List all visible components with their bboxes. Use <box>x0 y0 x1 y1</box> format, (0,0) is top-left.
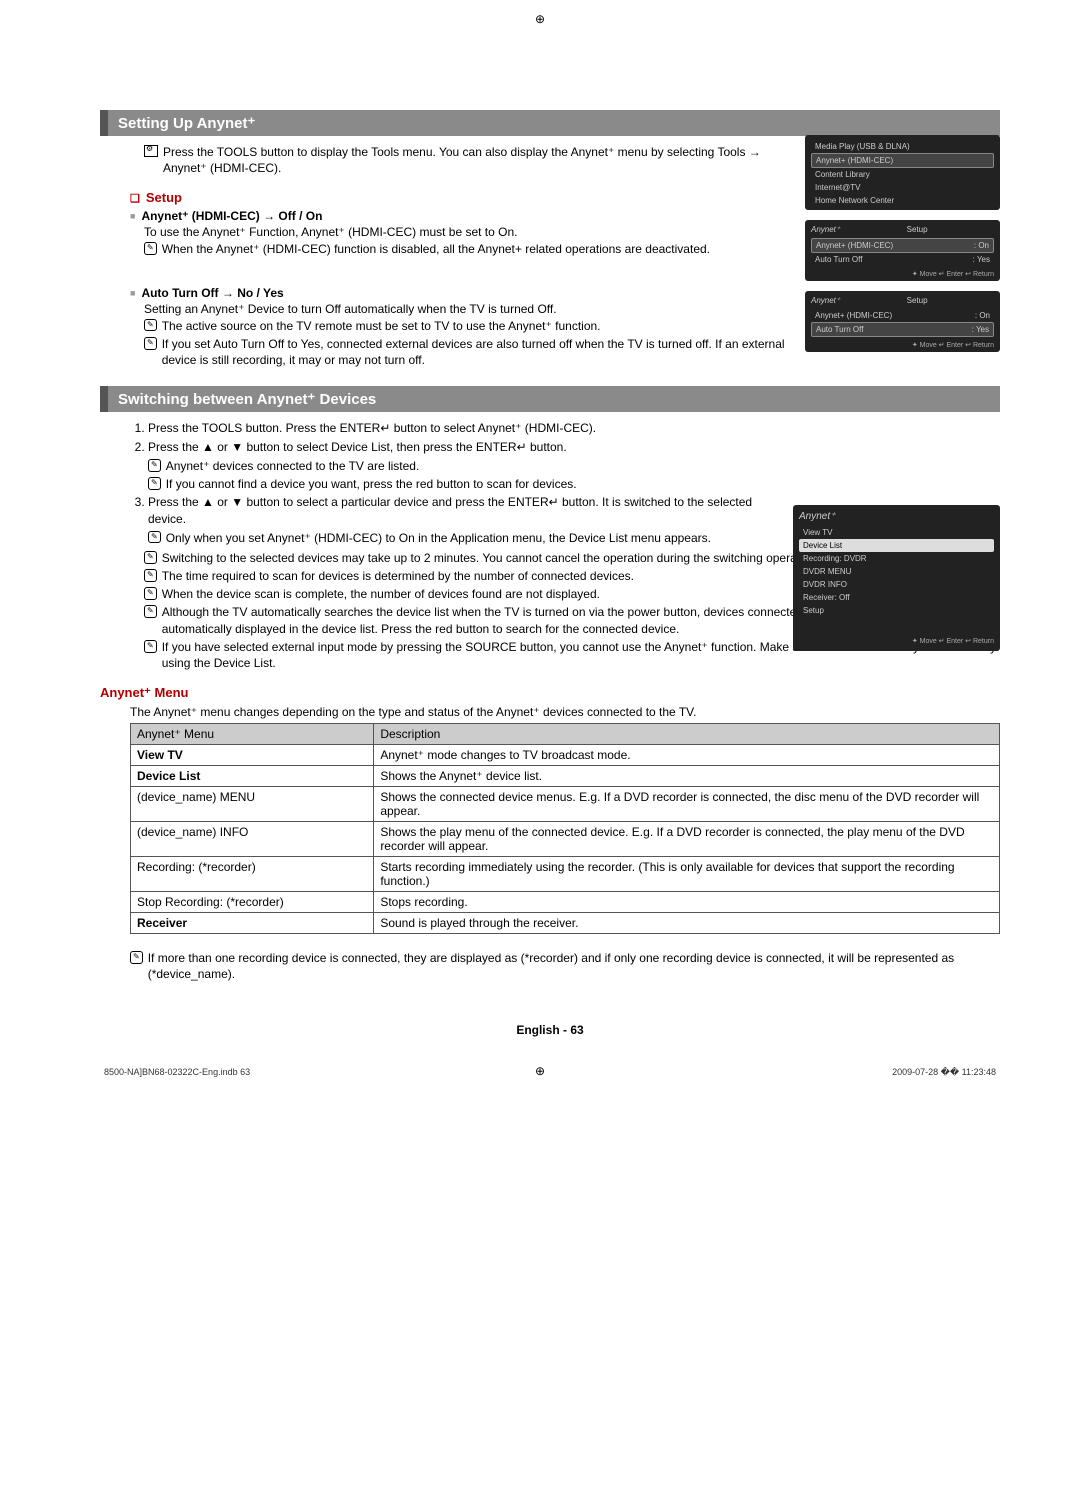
setup-item2-line: Setting an Anynet⁺ Device to turn Off au… <box>144 302 790 316</box>
osd2b-title: Setup <box>907 296 928 305</box>
note-icon: ✎ <box>144 551 157 564</box>
osd1-item: Internet@TV <box>815 183 860 192</box>
osd3-item: View TV <box>799 526 994 539</box>
osd1-item: Media Play (USB & DLNA) <box>815 142 910 151</box>
osd3-item: Receiver: Off <box>799 591 994 604</box>
registration-mark-bottom: ⊕ <box>535 1064 545 1078</box>
setup-item1-line: To use the Anynet⁺ Function, Anynet⁺ (HD… <box>144 225 790 239</box>
switch-step-1: Press the TOOLS button. Press the ENTER↵… <box>148 420 790 437</box>
setup-item1-title: Anynet⁺ (HDMI-CEC) → Off / On <box>141 209 322 223</box>
osd1-item-selected: Anynet+ (HDMI-CEC) <box>816 156 893 165</box>
embedded-screens: Media Play (USB & DLNA) Anynet+ (HDMI-CE… <box>805 135 1000 362</box>
section-title-setting-up: Setting Up Anynet⁺ <box>100 110 1000 136</box>
footer-right: 2009-07-28 �� 11:23:48 <box>892 1067 996 1078</box>
menu-intro: The Anynet⁺ menu changes depending on th… <box>130 705 1000 719</box>
anynet-menu-heading: Anynet⁺ Menu <box>100 685 1000 701</box>
footer-meta: 8500-NA]BN68-02322C-Eng.indb 63 2009-07-… <box>100 1067 1000 1078</box>
osd2b-row2-label: Auto Turn Off <box>816 325 863 334</box>
note-icon: ✎ <box>148 459 161 472</box>
setup-item2-note1: ✎ The active source on the TV remote mus… <box>144 318 790 334</box>
osd2-row1-label: Anynet+ (HDMI-CEC) <box>816 241 893 250</box>
osd2b-brand: Anynet⁺ <box>811 296 840 305</box>
footer-left: 8500-NA]BN68-02322C-Eng.indb 63 <box>104 1067 250 1078</box>
setup-item1-note: ✎ When the Anynet⁺ (HDMI-CEC) function i… <box>144 241 790 257</box>
table-row: ReceiverSound is played through the rece… <box>131 913 1000 934</box>
osd3-item-selected: Device List <box>799 539 994 552</box>
switch-note-3: When the device scan is complete, the nu… <box>162 586 600 602</box>
tools-icon <box>144 145 158 157</box>
osd2-title: Setup <box>907 225 928 234</box>
osd1-item: Content Library <box>815 170 870 179</box>
osd-application-menu: Media Play (USB & DLNA) Anynet+ (HDMI-CE… <box>805 135 1000 210</box>
note-icon: ✎ <box>144 587 157 600</box>
table-row: View TVAnynet⁺ mode changes to TV broadc… <box>131 745 1000 766</box>
osd2b-row1-label: Anynet+ (HDMI-CEC) <box>815 311 892 320</box>
osd3-nav: ✦ Move ↵ Enter ↩ Return <box>799 637 994 645</box>
osd3-item: DVDR MENU <box>799 565 994 578</box>
osd2-nav: ✦ Move ↵ Enter ↩ Return <box>811 270 994 278</box>
manual-page: ⊕ Media Play (USB & DLNA) Anynet+ (HDMI-… <box>0 0 1080 1118</box>
osd3-item: DVDR INFO <box>799 578 994 591</box>
table-header-1: Anynet⁺ Menu <box>131 724 374 745</box>
osd2-brand: Anynet⁺ <box>811 225 840 234</box>
setup-item2-title: Auto Turn Off → No / Yes <box>141 286 283 300</box>
table-header-row: Anynet⁺ Menu Description <box>131 724 1000 745</box>
note-icon: ✎ <box>148 477 161 490</box>
section-title-switching: Switching between Anynet⁺ Devices <box>100 386 1000 412</box>
note-icon: ✎ <box>144 569 157 582</box>
note-icon: ✎ <box>130 951 143 964</box>
switching-steps: Press the TOOLS button. Press the ENTER↵… <box>130 420 790 546</box>
osd3-item: Recording: DVDR <box>799 552 994 565</box>
table-row: (device_name) INFOShows the play menu of… <box>131 822 1000 857</box>
table-row: Recording: (*recorder)Starts recording i… <box>131 857 1000 892</box>
note-icon: ✎ <box>144 337 157 350</box>
intro-note: Press the TOOLS button to display the To… <box>144 144 790 176</box>
setup-item-1: Anynet⁺ (HDMI-CEC) → Off / On <box>130 209 790 223</box>
footer-page-number: English - 63 <box>100 1023 1000 1037</box>
switch-note-1: Switching to the selected devices may ta… <box>162 550 820 566</box>
switch-step-2: Press the ▲ or ▼ button to select Device… <box>148 439 790 492</box>
osd2b-nav: ✦ Move ↵ Enter ↩ Return <box>811 341 994 349</box>
note-icon: ✎ <box>144 319 157 332</box>
osd2b-row1-val: : On <box>975 311 990 320</box>
switch-step-3: Press the ▲ or ▼ button to select a part… <box>148 494 790 546</box>
osd1-item: Home Network Center <box>815 196 894 205</box>
table-header-2: Description <box>374 724 1000 745</box>
switch-note-2: The time required to scan for devices is… <box>162 568 634 584</box>
note-icon: ✎ <box>148 531 161 544</box>
table-row: Device ListShows the Anynet⁺ device list… <box>131 766 1000 787</box>
anynet-menu-table: Anynet⁺ Menu Description View TVAnynet⁺ … <box>130 723 1000 934</box>
intro-text: Press the TOOLS button to display the To… <box>163 144 790 176</box>
note-icon: ✎ <box>144 605 157 618</box>
setup-item-2: Auto Turn Off → No / Yes <box>130 286 790 300</box>
osd2-row1-val: : On <box>974 241 989 250</box>
registration-mark-top: ⊕ <box>535 12 545 26</box>
osd-setup-menu-2: Anynet⁺ Setup Anynet+ (HDMI-CEC) : On Au… <box>805 291 1000 352</box>
table-row: Stop Recording: (*recorder)Stops recordi… <box>131 892 1000 913</box>
osd-device-list: Anynet⁺ View TV Device List Recording: D… <box>793 505 1000 651</box>
table-row: (device_name) MENUShows the connected de… <box>131 787 1000 822</box>
final-note: If more than one recording device is con… <box>148 950 1000 982</box>
osd-setup-menu-1: Anynet⁺ Setup Anynet+ (HDMI-CEC) : On Au… <box>805 220 1000 281</box>
osd3-item: Setup <box>799 604 994 617</box>
note-icon: ✎ <box>144 242 157 255</box>
setup-heading: Setup <box>130 190 790 205</box>
setup-item2-note2: ✎ If you set Auto Turn Off to Yes, conne… <box>144 336 790 368</box>
osd2b-row2-val: : Yes <box>972 325 989 334</box>
osd2-row2-label: Auto Turn Off <box>815 255 862 264</box>
osd2-row2-val: : Yes <box>973 255 990 264</box>
note-icon: ✎ <box>144 640 157 653</box>
osd3-brand: Anynet⁺ <box>799 511 994 522</box>
